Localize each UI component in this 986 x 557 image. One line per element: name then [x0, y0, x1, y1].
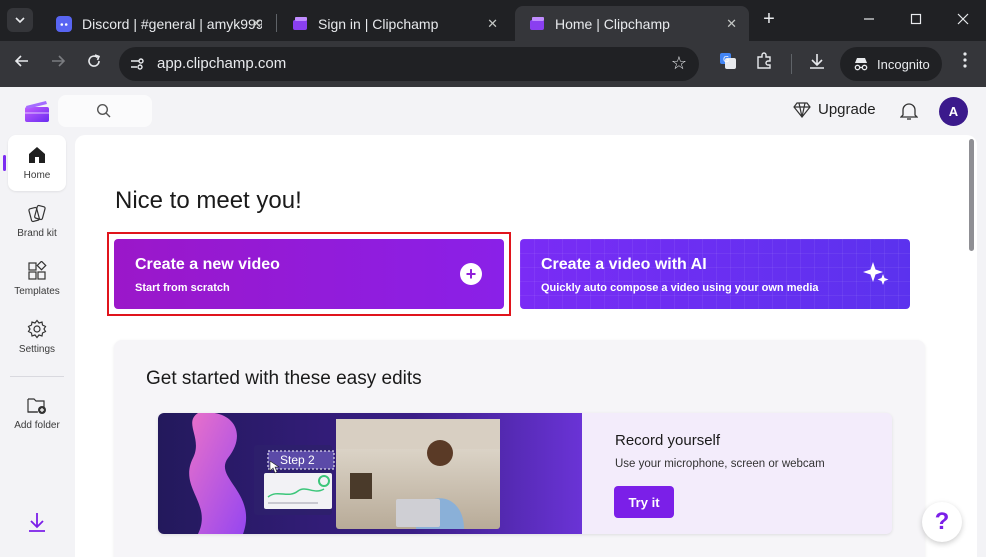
- arrow-left-icon: [14, 55, 28, 67]
- close-tab-icon[interactable]: ✕: [487, 16, 498, 32]
- try-it-button[interactable]: Try it: [614, 486, 674, 518]
- upgrade-button[interactable]: Upgrade: [793, 101, 876, 118]
- download-icon[interactable]: [26, 511, 48, 533]
- sidebar-divider: [10, 376, 64, 377]
- tab-title: Home | Clipchamp: [555, 15, 670, 32]
- plus-circle-icon: +: [460, 263, 482, 285]
- easy-edits-section: Get started with these easy edits Step 2…: [114, 340, 925, 557]
- card-title: Create a new video: [135, 256, 280, 273]
- sparkle-icon: [863, 262, 889, 285]
- sidebar-item-templates[interactable]: Templates: [8, 251, 66, 307]
- feature-description: Use your microphone, screen or webcam: [615, 458, 825, 470]
- download-icon: [810, 54, 824, 69]
- settings-icon: [27, 319, 47, 339]
- clipchamp-icon: [530, 16, 544, 30]
- close-icon: [957, 13, 969, 25]
- arrow-right-icon: [52, 55, 66, 67]
- upgrade-label: Upgrade: [818, 101, 876, 118]
- bookmark-star-icon[interactable]: ☆: [671, 53, 687, 74]
- create-new-video-button[interactable]: Create a new video Start from scratch +: [114, 239, 504, 309]
- help-button[interactable]: ?: [922, 502, 962, 542]
- home-icon: [29, 147, 45, 163]
- card-subtitle: Start from scratch: [135, 282, 230, 294]
- tab-clipchamp-signin[interactable]: Sign in | Clipchamp ✕: [278, 6, 510, 41]
- sidebar-item-label: Brand kit: [17, 228, 57, 239]
- chevron-down-icon: [15, 17, 25, 24]
- reload-icon: [88, 54, 101, 67]
- tab-title: Sign in | Clipchamp: [318, 15, 439, 32]
- tab-separator: [276, 14, 277, 32]
- sidebar-item-settings[interactable]: Settings: [8, 309, 66, 365]
- sidebar-item-label: Add folder: [14, 420, 60, 431]
- url-text: app.clipchamp.com: [157, 55, 287, 72]
- reload-button[interactable]: [82, 52, 106, 76]
- bell-icon[interactable]: [900, 101, 918, 121]
- puzzle-icon: [757, 52, 771, 69]
- active-indicator: [3, 155, 6, 171]
- discord-icon: [56, 15, 72, 32]
- extensions-button[interactable]: [752, 52, 776, 76]
- create-video-with-ai-button[interactable]: Create a video with AI Quickly auto comp…: [520, 239, 910, 309]
- feature-title: Record yourself: [615, 432, 721, 449]
- translate-button[interactable]: G: [716, 52, 740, 76]
- step-label: Step 2: [280, 453, 315, 467]
- main-content: Nice to meet you! Create a new video Sta…: [75, 135, 977, 557]
- grid-pattern: [520, 239, 910, 309]
- clipchamp-logo[interactable]: [24, 99, 50, 123]
- scrollbar-thumb[interactable]: [969, 139, 974, 251]
- browser-tab-bar: Discord | #general | amyk9990 ✕ Sign in …: [0, 0, 986, 41]
- record-yourself-card[interactable]: Step 2 Record yourself Use your micropho…: [158, 413, 892, 534]
- new-tab-button[interactable]: +: [758, 8, 780, 30]
- section-title: Get started with these easy edits: [146, 368, 422, 389]
- search-icon: [96, 103, 111, 118]
- close-tab-icon[interactable]: ✕: [251, 16, 262, 32]
- minimize-button[interactable]: [857, 8, 881, 32]
- sidebar: Home Brand kit Templates Settings Add fo…: [0, 135, 74, 557]
- card-title: Create a video with AI: [541, 256, 707, 273]
- minimize-icon: [864, 18, 874, 20]
- record-illustration: Step 2: [189, 413, 500, 534]
- close-window-button[interactable]: [951, 8, 975, 32]
- avatar[interactable]: A: [939, 97, 968, 126]
- browser-toolbar: app.clipchamp.com ☆ G Incognito: [0, 41, 986, 87]
- sidebar-item-home[interactable]: Home: [8, 135, 66, 191]
- svg-text:G: G: [723, 55, 729, 64]
- tab-clipchamp-home[interactable]: Home | Clipchamp ✕: [515, 6, 749, 41]
- diamond-icon: [793, 101, 811, 118]
- maximize-button[interactable]: [904, 8, 928, 32]
- maximize-icon: [910, 13, 922, 25]
- incognito-label: Incognito: [877, 56, 930, 72]
- tab-title: Discord | #general | amyk9990: [82, 15, 262, 32]
- tab-search-button[interactable]: [7, 8, 33, 32]
- close-tab-icon[interactable]: ✕: [726, 16, 737, 32]
- clipchamp-app: Upgrade A Home Brand kit Templates Setti…: [0, 87, 986, 557]
- incognito-badge[interactable]: Incognito: [840, 47, 942, 81]
- forward-button[interactable]: [46, 52, 70, 76]
- sidebar-item-label: Templates: [14, 286, 60, 297]
- site-info-icon[interactable]: [129, 56, 145, 72]
- page-title: Nice to meet you!: [115, 187, 302, 214]
- downloads-button[interactable]: [805, 52, 829, 76]
- sidebar-item-brand-kit[interactable]: Brand kit: [8, 193, 66, 249]
- incognito-icon: [854, 58, 868, 71]
- tab-discord[interactable]: Discord | #general | amyk9990 ✕: [42, 6, 274, 41]
- add-folder-icon: [27, 398, 46, 414]
- card-subtitle: Quickly auto compose a video using your …: [541, 282, 819, 294]
- browser-menu-button[interactable]: [953, 52, 977, 76]
- search-button[interactable]: [58, 95, 152, 127]
- sidebar-item-label: Home: [23, 170, 51, 181]
- sidebar-item-label: Settings: [18, 344, 56, 355]
- feature-text: Record yourself Use your microphone, scr…: [582, 413, 892, 534]
- feature-illustration: Step 2: [158, 413, 582, 534]
- google-translate-icon: G: [720, 53, 736, 69]
- sidebar-item-add-folder[interactable]: Add folder: [8, 385, 66, 441]
- back-button[interactable]: [10, 52, 34, 76]
- address-bar[interactable]: app.clipchamp.com ☆: [119, 47, 699, 81]
- clipchamp-icon: [293, 16, 307, 30]
- more-vertical-icon: [963, 52, 967, 68]
- templates-icon: [28, 261, 47, 280]
- toolbar-divider: [791, 54, 792, 74]
- brand-kit-icon: [28, 204, 46, 223]
